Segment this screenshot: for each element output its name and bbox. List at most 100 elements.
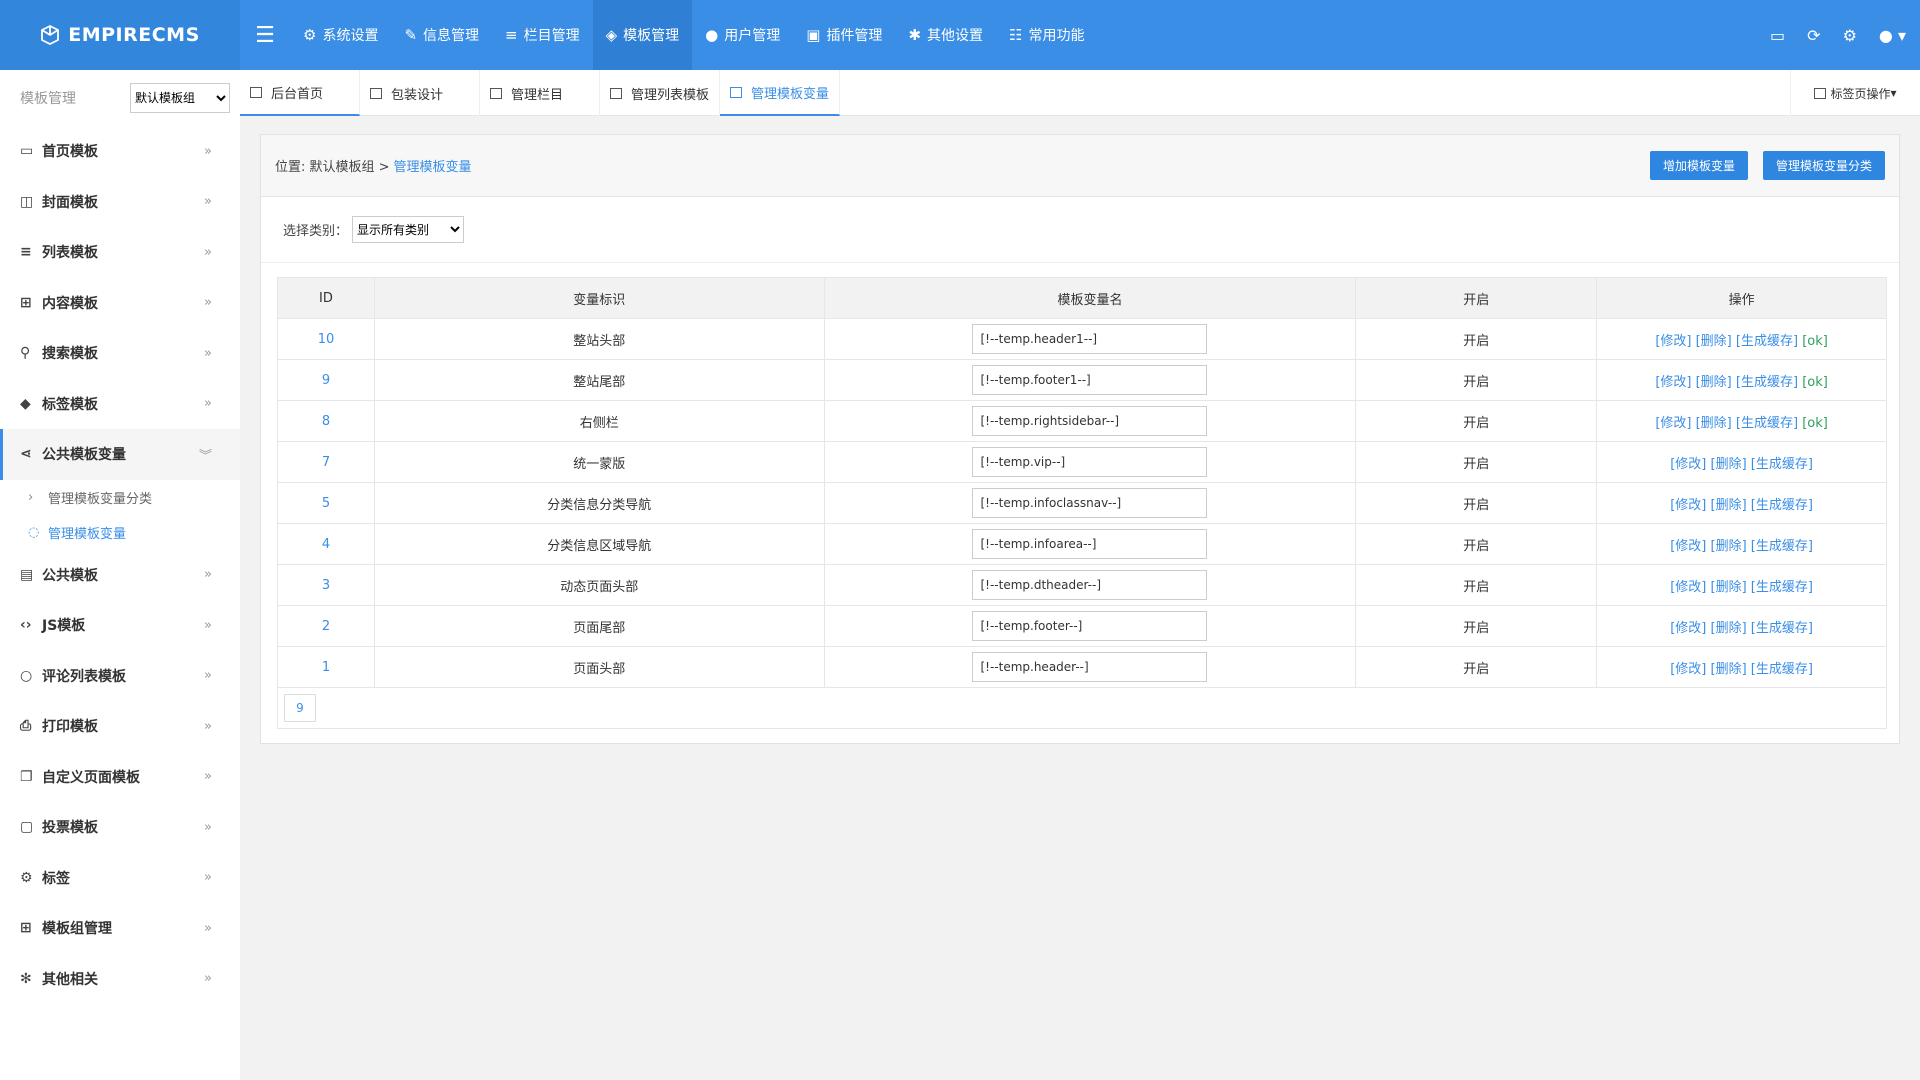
chevron-right-icon: » <box>204 295 212 311</box>
tab-manage-list-template[interactable]: 管理列表模板 <box>600 70 720 116</box>
tab-manage-template-vars[interactable]: 管理模板变量 <box>720 70 840 116</box>
template-group-select[interactable]: 默认模板组 <box>130 83 230 113</box>
row-id[interactable]: 8 <box>277 400 375 442</box>
menu-toggle-icon[interactable]: ☰ <box>240 0 290 70</box>
row-id[interactable]: 9 <box>277 359 375 401</box>
delete-link[interactable]: [删除] <box>1696 334 1732 349</box>
sidebar-item-content-template[interactable]: ⊞ 内容模板» <box>0 278 240 329</box>
edit-link[interactable]: [修改] <box>1670 539 1706 554</box>
chevron-right-icon: » <box>204 244 212 260</box>
row-id[interactable]: 1 <box>277 646 375 688</box>
manage-var-class-button[interactable]: 管理模板变量分类 <box>1762 151 1885 180</box>
edit-link[interactable]: [修改] <box>1670 457 1706 472</box>
delete-link[interactable]: [删除] <box>1696 375 1732 390</box>
page-count[interactable]: 9 <box>284 694 316 722</box>
gear-icon[interactable]: ⚙ <box>1843 26 1857 45</box>
edit-link[interactable]: [修改] <box>1670 662 1706 677</box>
edit-link[interactable]: [修改] <box>1670 498 1706 513</box>
logo[interactable]: EMPIRECMS <box>0 0 240 70</box>
row-id[interactable]: 3 <box>277 564 375 606</box>
nav-system-settings[interactable]: ⚙ 系统设置 <box>290 0 391 70</box>
delete-link[interactable]: [删除] <box>1711 621 1747 636</box>
nav-other-settings[interactable]: ✱ 其他设置 <box>895 0 996 70</box>
var-name-input[interactable] <box>972 611 1208 641</box>
nav-common-functions[interactable]: ☷ 常用功能 <box>996 0 1097 70</box>
col-var-identifier: 变量标识 <box>373 277 825 319</box>
generate-cache-link[interactable]: [生成缓存] <box>1751 457 1813 472</box>
row-id[interactable]: 4 <box>277 523 375 565</box>
nav-info-management[interactable]: ✎ 信息管理 <box>391 0 492 70</box>
var-name-input[interactable] <box>972 447 1208 477</box>
sidebar-sub-manage-vars[interactable]: ◌ 管理模板变量 <box>0 515 240 550</box>
generate-cache-link[interactable]: [生成缓存] <box>1751 662 1813 677</box>
sidebar-item-public-template[interactable]: ▤ 公共模板» <box>0 550 240 601</box>
sidebar-item-list-template[interactable]: ≡ 列表模板» <box>0 227 240 278</box>
sidebar-item-vote-template[interactable]: ▢ 投票模板» <box>0 802 240 853</box>
sidebar-item-public-template-vars[interactable]: ⋖ 公共模板变量 ︾ <box>0 429 240 480</box>
delete-link[interactable]: [删除] <box>1711 539 1747 554</box>
nav-column-management[interactable]: ≡ 栏目管理 <box>492 0 593 70</box>
var-name-input[interactable] <box>972 488 1208 518</box>
var-name-input[interactable] <box>972 570 1208 600</box>
sidebar-item-search-template[interactable]: ⚲ 搜索模板» <box>0 328 240 379</box>
generate-cache-link[interactable]: [生成缓存] <box>1751 539 1813 554</box>
row-id[interactable]: 2 <box>277 605 375 647</box>
edit-link[interactable]: [修改] <box>1655 334 1691 349</box>
sidebar-sub-manage-var-class[interactable]: › 管理模板变量分类 <box>0 480 240 515</box>
category-select[interactable]: 显示所有类别 <box>352 216 465 243</box>
ok-link[interactable]: [ok] <box>1802 375 1828 390</box>
ok-link[interactable]: [ok] <box>1802 334 1828 349</box>
sidebar-item-cover-template[interactable]: ◫ 封面模板» <box>0 177 240 228</box>
delete-link[interactable]: [删除] <box>1711 457 1747 472</box>
generate-cache-link[interactable]: [生成缓存] <box>1751 498 1813 513</box>
edit-link[interactable]: [修改] <box>1670 621 1706 636</box>
row-id[interactable]: 10 <box>277 318 375 360</box>
var-name-input[interactable] <box>972 652 1208 682</box>
nav-template-management[interactable]: ◈ 模板管理 <box>592 0 693 70</box>
chevron-right-icon: » <box>204 143 212 159</box>
delete-link[interactable]: [删除] <box>1696 416 1732 431</box>
sidebar-item-print-template[interactable]: ⎙ 打印模板» <box>0 701 240 752</box>
monitor-icon[interactable]: ▭ <box>1770 26 1785 45</box>
delete-link[interactable]: [删除] <box>1711 580 1747 595</box>
edit-link[interactable]: [修改] <box>1670 580 1706 595</box>
nav-user-management[interactable]: ● 用户管理 <box>692 0 793 70</box>
sidebar-item-home-template[interactable]: ▭ 首页模板» <box>0 126 240 177</box>
var-name-input[interactable] <box>972 324 1208 354</box>
delete-link[interactable]: [删除] <box>1711 662 1747 677</box>
generate-cache-link[interactable]: [生成缓存] <box>1736 375 1798 390</box>
sidebar-item-other[interactable]: ✻ 其他相关» <box>0 954 240 1005</box>
generate-cache-link[interactable]: [生成缓存] <box>1736 334 1798 349</box>
top-nav: ⚙ 系统设置 ✎ 信息管理 ≡ 栏目管理 ◈ 模板管理 ● 用户管理 ▣ 插件管理 ✱ 其他设… <box>290 0 1097 70</box>
var-name-input[interactable] <box>972 406 1208 436</box>
sidebar-item-custom-page-template[interactable]: ❐ 自定义页面模板» <box>0 752 240 803</box>
ok-link[interactable]: [ok] <box>1802 416 1828 431</box>
user-menu-icon[interactable]: ● ▾ <box>1879 26 1906 45</box>
delete-link[interactable]: [删除] <box>1711 498 1747 513</box>
generate-cache-link[interactable]: [生成缓存] <box>1736 416 1798 431</box>
var-name-input[interactable] <box>972 529 1208 559</box>
sidebar-item-template-group[interactable]: ⊞ 模板组管理» <box>0 903 240 954</box>
tab-operations-menu[interactable]: 标签页操作 ▾ <box>1790 70 1920 116</box>
refresh-icon[interactable]: ⟳ <box>1807 26 1820 45</box>
tab-package-design[interactable]: 包装设计 <box>360 70 480 116</box>
sidebar-item-js-template[interactable]: ‹› JS模板» <box>0 600 240 651</box>
generate-cache-link[interactable]: [生成缓存] <box>1751 621 1813 636</box>
nav-plugin-management[interactable]: ▣ 插件管理 <box>793 0 895 70</box>
generate-cache-link[interactable]: [生成缓存] <box>1751 580 1813 595</box>
add-template-var-button[interactable]: 增加模板变量 <box>1649 151 1748 180</box>
row-id[interactable]: 5 <box>277 482 375 524</box>
var-name-input[interactable] <box>972 365 1208 395</box>
row-var-name-cell <box>823 564 1357 606</box>
chat-icon: ▢ <box>20 819 34 836</box>
sidebar-item-tags[interactable]: ⚙ 标签» <box>0 853 240 904</box>
row-id[interactable]: 7 <box>277 441 375 483</box>
edit-link[interactable]: [修改] <box>1655 416 1691 431</box>
row-enabled: 开启 <box>1355 318 1598 360</box>
sidebar-item-comment-list-template[interactable]: ○ 评论列表模板» <box>0 651 240 702</box>
tab-manage-columns[interactable]: 管理栏目 <box>480 70 600 116</box>
edit-link[interactable]: [修改] <box>1655 375 1691 390</box>
tab-admin-home[interactable]: 后台首页 <box>240 70 360 116</box>
sidebar-item-tag-template[interactable]: ◆ 标签模板» <box>0 379 240 430</box>
breadcrumb-link[interactable]: 管理模板变量 <box>394 156 472 175</box>
